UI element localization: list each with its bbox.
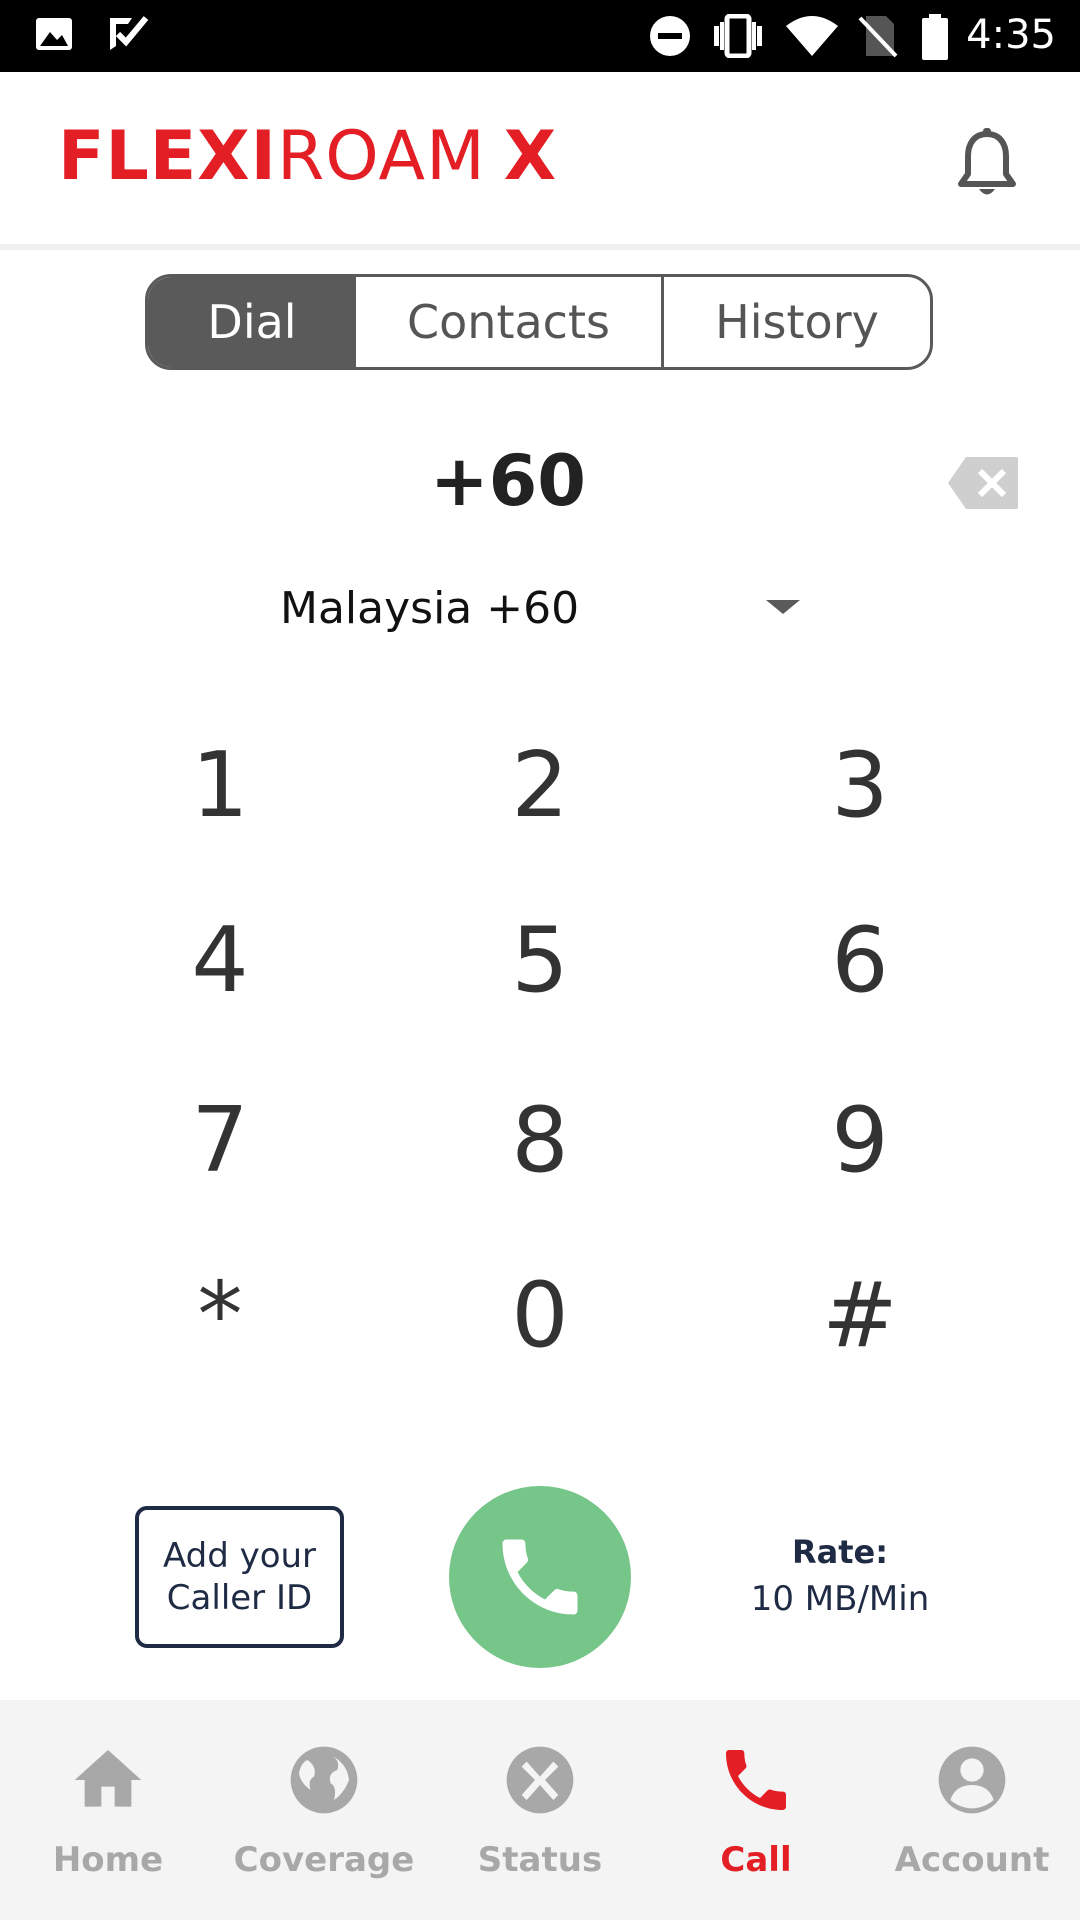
key-8[interactable]: 8 bbox=[440, 1075, 640, 1205]
check-badge-icon bbox=[110, 16, 149, 50]
image-icon bbox=[36, 18, 72, 50]
flexiroam-logo: FLEXI ROAM X bbox=[58, 117, 558, 196]
do-not-disturb-icon bbox=[650, 16, 690, 56]
dialed-number: +60 bbox=[429, 440, 587, 522]
globe-icon bbox=[290, 1746, 358, 1814]
chevron-down-icon bbox=[766, 600, 800, 614]
home-icon bbox=[74, 1750, 142, 1807]
call-button[interactable] bbox=[449, 1486, 631, 1668]
country-code-select[interactable]: Malaysia +60 bbox=[280, 578, 820, 638]
tab-contacts[interactable]: Contacts bbox=[356, 277, 664, 367]
rate-label: Rate: bbox=[791, 1533, 889, 1571]
status-bar: 4:35 bbox=[0, 0, 1080, 72]
x-circle-icon bbox=[506, 1746, 574, 1814]
clock: 4:35 bbox=[966, 12, 1056, 58]
nav-account[interactable]: Account bbox=[864, 1700, 1080, 1920]
key-9[interactable]: 9 bbox=[760, 1075, 960, 1205]
caller-id-line1: Add your bbox=[162, 1536, 317, 1576]
key-star[interactable]: * bbox=[120, 1250, 320, 1380]
nav-status[interactable]: Status bbox=[432, 1700, 648, 1920]
logo-text-flexi: FLEXI bbox=[58, 117, 277, 196]
nav-account-label: Account bbox=[894, 1840, 1050, 1880]
add-caller-id-button[interactable]: Add your Caller ID bbox=[135, 1506, 344, 1648]
key-3[interactable]: 3 bbox=[760, 720, 960, 850]
rate-value: 10 MB/Min bbox=[750, 1579, 930, 1619]
caller-id-line2: Caller ID bbox=[166, 1578, 313, 1618]
account-icon bbox=[938, 1746, 1006, 1814]
country-label: Malaysia +60 bbox=[280, 582, 580, 634]
nav-status-label: Status bbox=[477, 1840, 603, 1880]
key-2[interactable]: 2 bbox=[440, 720, 640, 850]
nav-call[interactable]: Call bbox=[648, 1700, 864, 1920]
key-5[interactable]: 5 bbox=[440, 895, 640, 1025]
nav-home-label: Home bbox=[52, 1840, 164, 1880]
no-sim-icon bbox=[858, 16, 898, 58]
logo-text-roam: ROAM bbox=[276, 117, 486, 196]
key-7[interactable]: 7 bbox=[120, 1075, 320, 1205]
phone-icon bbox=[726, 1750, 786, 1810]
nav-coverage[interactable]: Coverage bbox=[216, 1700, 432, 1920]
vibrate-icon bbox=[714, 14, 762, 58]
battery-icon bbox=[922, 14, 948, 60]
wifi-icon bbox=[786, 16, 838, 56]
app-header: FLEXI ROAM X bbox=[0, 72, 1080, 250]
tab-dial[interactable]: Dial bbox=[148, 277, 356, 367]
key-1[interactable]: 1 bbox=[120, 720, 320, 850]
phone-icon bbox=[502, 1539, 578, 1615]
key-4[interactable]: 4 bbox=[120, 895, 320, 1025]
logo-text-x: X bbox=[503, 117, 558, 196]
nav-call-label: Call bbox=[720, 1840, 792, 1880]
nav-coverage-label: Coverage bbox=[233, 1840, 415, 1880]
nav-home[interactable]: Home bbox=[0, 1700, 216, 1920]
backspace-icon[interactable] bbox=[946, 455, 1020, 511]
rate-info: Rate: 10 MB/Min bbox=[720, 1533, 960, 1619]
key-hash[interactable]: # bbox=[760, 1250, 960, 1380]
tab-history[interactable]: History bbox=[664, 277, 930, 367]
bottom-navigation: Home Coverage Status Call Account bbox=[0, 1700, 1080, 1920]
key-6[interactable]: 6 bbox=[760, 895, 960, 1025]
key-0[interactable]: 0 bbox=[440, 1250, 640, 1380]
bell-icon[interactable] bbox=[956, 128, 1018, 200]
dialer-tabs: Dial Contacts History bbox=[145, 274, 933, 370]
